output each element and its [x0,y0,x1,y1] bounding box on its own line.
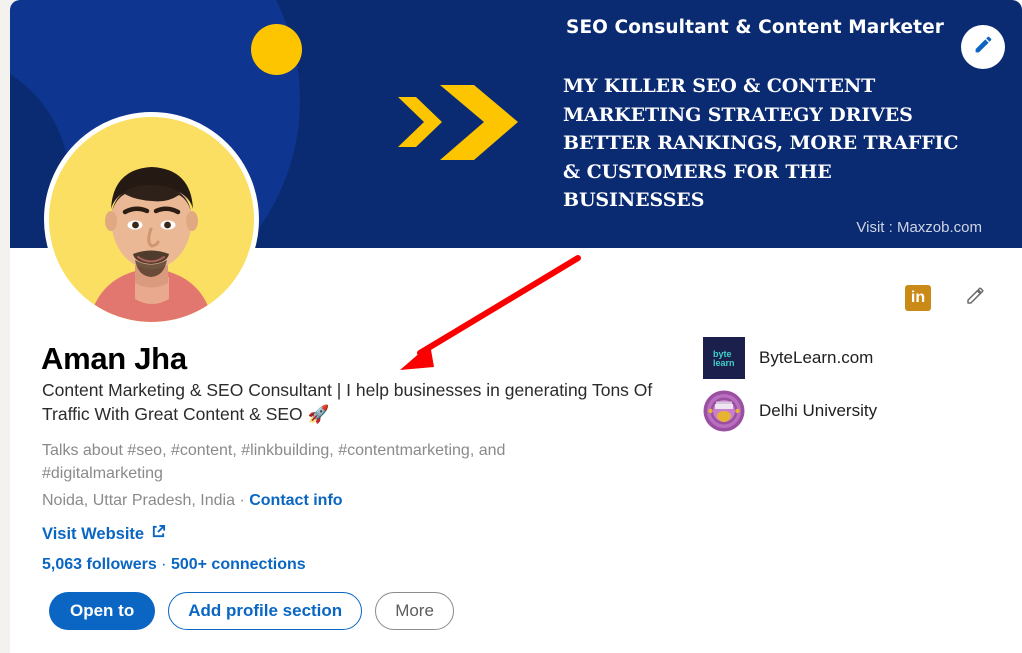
profile-headline: Content Marketing & SEO Consultant | I h… [42,378,682,427]
add-profile-section-button[interactable]: Add profile section [168,592,363,630]
profile-headline-text: Content Marketing & SEO Consultant | I h… [42,380,653,424]
contact-info-link[interactable]: Contact info [249,492,342,509]
open-to-button[interactable]: Open to [49,592,156,630]
bytelearn-logo-icon: byte learn [703,337,745,379]
red-arrow-annotation [390,248,600,378]
list-item[interactable]: byte learn ByteLearn.com [703,337,877,379]
profile-location-row: Noida, Uttar Pradesh, India · Contact in… [42,492,343,510]
followers-count[interactable]: 5,063 followers [42,556,157,573]
edit-profile-button[interactable] [964,283,988,312]
pencil-icon [973,34,994,60]
profile-card: SEO Consultant & Content Marketer MY KIL… [10,0,1022,653]
organization-name: Delhi University [759,401,878,420]
more-button[interactable]: More [375,592,454,630]
banner-title: SEO Consultant & Content Marketer [566,17,944,38]
delhi-university-seal-icon [703,390,745,432]
linkedin-badge-icon[interactable]: in [905,284,931,311]
organization-name: ByteLearn.com [759,348,874,367]
visit-website-label: Visit Website [42,524,145,543]
profile-action-buttons: Open to Add profile section More [49,592,454,630]
rocket-icon: 🚀 [307,405,330,425]
list-item[interactable]: Delhi University [703,390,877,432]
profile-network-counts[interactable]: 5,063 followers · 500+ connections [42,556,306,574]
edit-banner-button[interactable] [961,25,1005,69]
connections-count[interactable]: 500+ connections [171,556,306,573]
yellow-circle-decoration [251,24,302,75]
svg-text:learn: learn [713,358,735,368]
location-separator: · [235,492,250,509]
visit-website-link[interactable]: Visit Website [42,524,166,544]
page-title: Aman Jha [41,341,187,376]
profile-organizations: byte learn ByteLearn.com Delhi Universit… [703,337,877,432]
page-root: SEO Consultant & Content Marketer MY KIL… [0,0,1022,653]
profile-header-icons: in [905,283,988,312]
banner-tagline: MY KILLER SEO & CONTENT MARKETING STRATE… [563,75,959,211]
external-link-icon [151,524,166,544]
profile-photo[interactable] [44,112,259,327]
banner-visit-url: Visit : Maxzob.com [856,219,982,236]
profile-talks-about: Talks about #seo, #content, #linkbuildin… [42,442,506,482]
profile-location: Noida, Uttar Pradesh, India [42,492,235,509]
double-chevron-right-decoration [398,85,533,160]
connections-separator: · [156,556,171,573]
